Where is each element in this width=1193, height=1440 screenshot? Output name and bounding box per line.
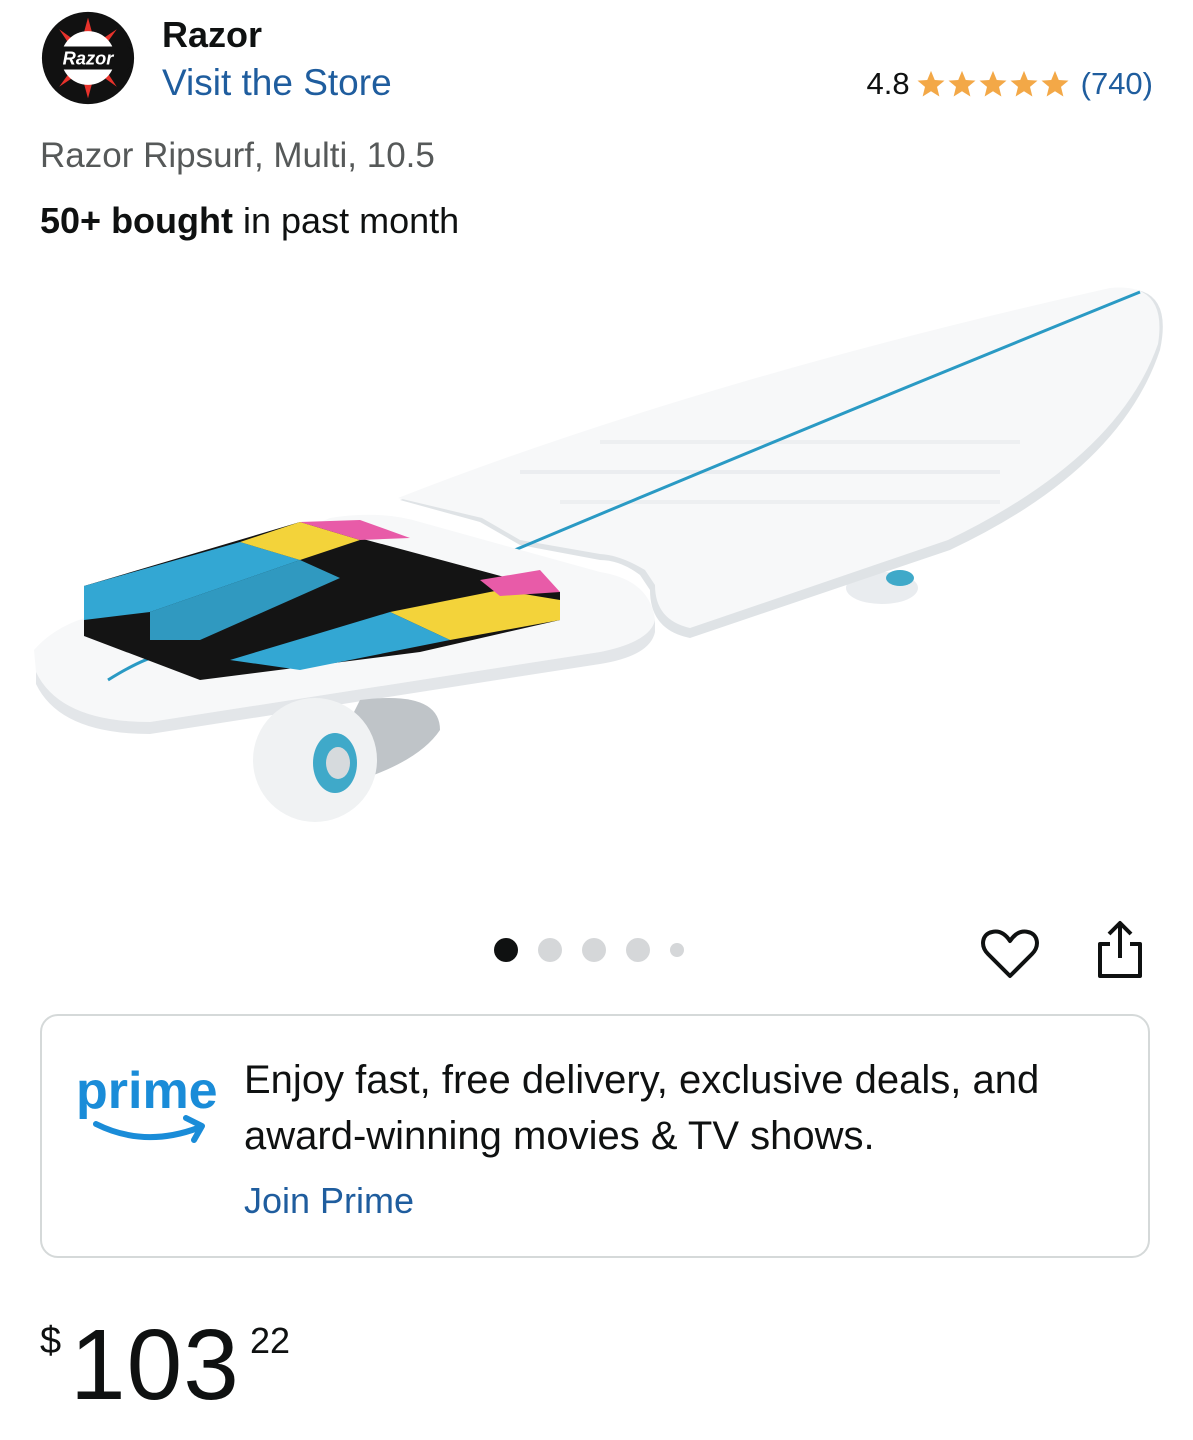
bought-count-bold: 50+ bought xyxy=(40,200,234,241)
price-whole: 103 xyxy=(70,1309,240,1421)
star-icon xyxy=(1041,70,1069,97)
product-image[interactable] xyxy=(0,260,1193,900)
bought-count: 50+ bought in past month xyxy=(40,200,459,242)
carousel-dot[interactable] xyxy=(538,938,562,962)
star-icon xyxy=(948,70,976,97)
join-prime-link[interactable]: Join Prime xyxy=(244,1180,414,1222)
share-icon[interactable] xyxy=(1090,918,1150,982)
star-icon xyxy=(979,70,1007,97)
carousel-dot[interactable] xyxy=(626,938,650,962)
price-fraction: 22 xyxy=(250,1320,291,1361)
star-rating xyxy=(916,69,1071,99)
carousel-dot[interactable] xyxy=(494,938,518,962)
rating-count-link[interactable]: (740) xyxy=(1081,66,1153,102)
visit-store-link[interactable]: Visit the Store xyxy=(162,62,392,104)
product-page: Razor Razor Visit the Store 4.8 (740) Ra… xyxy=(0,0,1193,1440)
prime-logo: prime xyxy=(76,1062,218,1143)
price-currency-symbol: $ xyxy=(40,1320,62,1362)
star-icon xyxy=(1010,70,1038,97)
bought-count-rest: in past month xyxy=(233,200,460,241)
heart-icon[interactable] xyxy=(978,922,1042,986)
carousel-indicator[interactable] xyxy=(494,938,704,962)
carousel-dot[interactable] xyxy=(670,943,684,957)
star-icon xyxy=(917,70,945,97)
brand-name: Razor xyxy=(162,14,263,55)
prime-promo-card[interactable]: prime Enjoy fast, free delivery, exclusi… xyxy=(40,1014,1150,1258)
carousel-dot[interactable] xyxy=(582,938,606,962)
rating-value: 4.8 xyxy=(866,66,910,101)
rating-summary[interactable]: 4.8 (740) xyxy=(867,66,1153,102)
prime-description: Enjoy fast, free delivery, exclusive dea… xyxy=(244,1058,1040,1158)
prime-logo-word: prime xyxy=(76,1062,218,1120)
razor-logo[interactable]: Razor xyxy=(40,10,136,106)
product-title: Razor Ripsurf, Multi, 10.5 xyxy=(40,136,435,175)
razor-logo-text: Razor xyxy=(63,48,115,69)
